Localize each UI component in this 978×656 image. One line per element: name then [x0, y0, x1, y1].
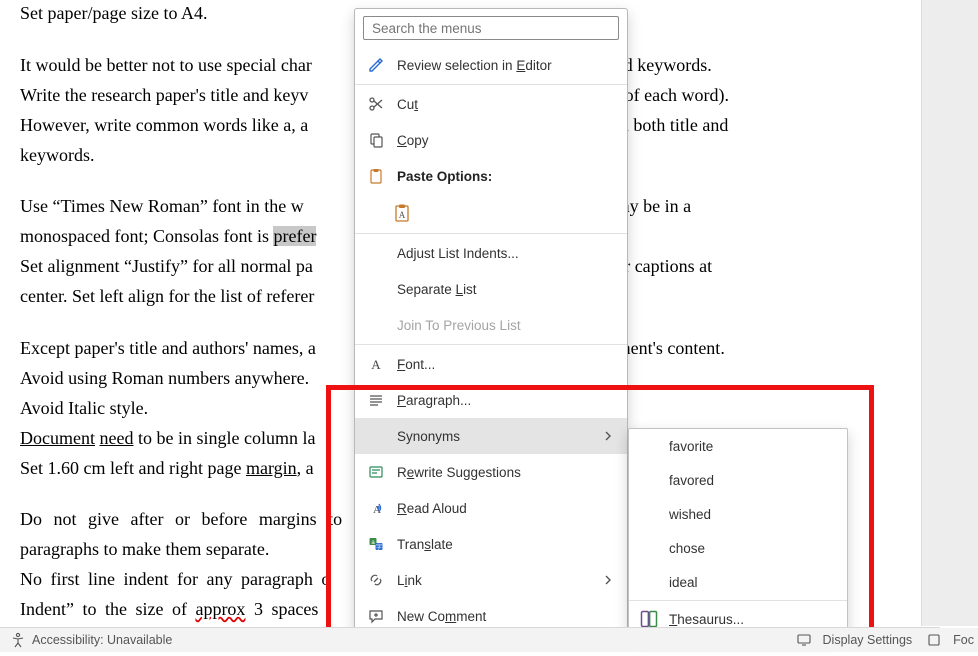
- menu-item-label: Adjust List Indents...: [397, 246, 617, 261]
- menu-item-paste-options-header: Paste Options:: [355, 158, 627, 194]
- separator: [629, 600, 847, 601]
- menu-item-label: Synonyms: [397, 429, 603, 444]
- svg-text:字: 字: [376, 543, 382, 551]
- menu-item-read-aloud[interactable]: A Read Aloud: [355, 490, 627, 526]
- menu-item-label: Review selection in Editor: [397, 58, 617, 73]
- menu-item-link[interactable]: Link: [355, 562, 627, 598]
- separator: [355, 344, 627, 345]
- selected-text: prefer: [273, 226, 316, 246]
- menu-item-label: Rewrite Suggestions: [397, 465, 617, 480]
- menu-item-font[interactable]: A Font...: [355, 346, 627, 382]
- svg-text:A: A: [371, 357, 381, 372]
- synonyms-flyout: favorite favored wished chose ideal Thes…: [628, 428, 848, 637]
- menu-item-rewrite-suggestions[interactable]: Rewrite Suggestions: [355, 454, 627, 490]
- synonym-item[interactable]: ideal: [629, 565, 847, 599]
- context-menu: Review selection in Editor Cut Copy Past…: [354, 8, 628, 635]
- link-icon: [365, 569, 387, 591]
- menu-item-translate[interactable]: a字 Translate: [355, 526, 627, 562]
- chevron-right-icon: [603, 573, 617, 588]
- menu-item-label: New Comment: [397, 609, 617, 624]
- focus-icon: [926, 632, 942, 648]
- synonym-label: favorite: [669, 439, 713, 454]
- synonym-label: wished: [669, 507, 711, 522]
- status-label: Display Settings: [823, 633, 913, 647]
- menu-item-label: Separate List: [397, 282, 617, 297]
- menu-item-cut[interactable]: Cut: [355, 86, 627, 122]
- display-icon: [796, 632, 812, 648]
- svg-text:A: A: [399, 210, 406, 220]
- menu-search-input[interactable]: [363, 16, 619, 40]
- chevron-right-icon: [603, 429, 617, 444]
- paste-keep-text-button[interactable]: A: [387, 197, 419, 229]
- menu-item-adjust-list-indents[interactable]: Adjust List Indents...: [355, 235, 627, 271]
- menu-item-label: Paragraph...: [397, 393, 617, 408]
- pen-icon: [365, 54, 387, 76]
- menu-item-label: Join To Previous List: [397, 318, 617, 333]
- accessibility-icon: [10, 632, 26, 648]
- menu-item-synonyms[interactable]: Synonyms: [355, 418, 627, 454]
- display-settings-button[interactable]: Display Settings: [796, 632, 913, 648]
- menu-item-review-editor[interactable]: Review selection in Editor: [355, 47, 627, 83]
- menu-item-label: Read Aloud: [397, 501, 617, 516]
- translate-icon: a字: [365, 533, 387, 555]
- menu-item-label: Cut: [397, 97, 617, 112]
- synonym-item[interactable]: favorite: [629, 429, 847, 463]
- rewrite-icon: [365, 461, 387, 483]
- focus-mode-button[interactable]: Foc: [926, 632, 974, 648]
- menu-item-label: Paste Options:: [397, 169, 617, 184]
- paragraph-icon: [365, 389, 387, 411]
- menu-item-copy[interactable]: Copy: [355, 122, 627, 158]
- synonym-label: chose: [669, 541, 705, 556]
- separator: [355, 233, 627, 234]
- separator: [355, 84, 627, 85]
- copy-icon: [365, 129, 387, 151]
- clipboard-icon: [365, 165, 387, 187]
- menu-item-join-previous-list: Join To Previous List: [355, 307, 627, 343]
- status-bar-right: Display Settings Foc: [790, 628, 978, 652]
- font-icon: A: [365, 353, 387, 375]
- scissors-icon: [365, 93, 387, 115]
- status-label: Foc: [953, 633, 974, 647]
- menu-item-separate-list[interactable]: Separate List: [355, 271, 627, 307]
- synonym-item[interactable]: chose: [629, 531, 847, 565]
- menu-item-paragraph[interactable]: Paragraph...: [355, 382, 627, 418]
- synonym-label: ideal: [669, 575, 698, 590]
- thesaurus-icon: [639, 609, 659, 629]
- right-panel-strip: [921, 0, 978, 626]
- status-accessibility[interactable]: Accessibility: Unavailable: [32, 633, 172, 647]
- synonym-item[interactable]: favored: [629, 463, 847, 497]
- menu-item-label: Link: [397, 573, 603, 588]
- synonym-item[interactable]: wished: [629, 497, 847, 531]
- synonym-label: favored: [669, 473, 714, 488]
- menu-item-label: Copy: [397, 133, 617, 148]
- read-aloud-icon: A: [365, 497, 387, 519]
- menu-item-label: Thesaurus...: [669, 612, 744, 627]
- comment-icon: [365, 605, 387, 627]
- menu-item-label: Translate: [397, 537, 617, 552]
- menu-item-label: Font...: [397, 357, 617, 372]
